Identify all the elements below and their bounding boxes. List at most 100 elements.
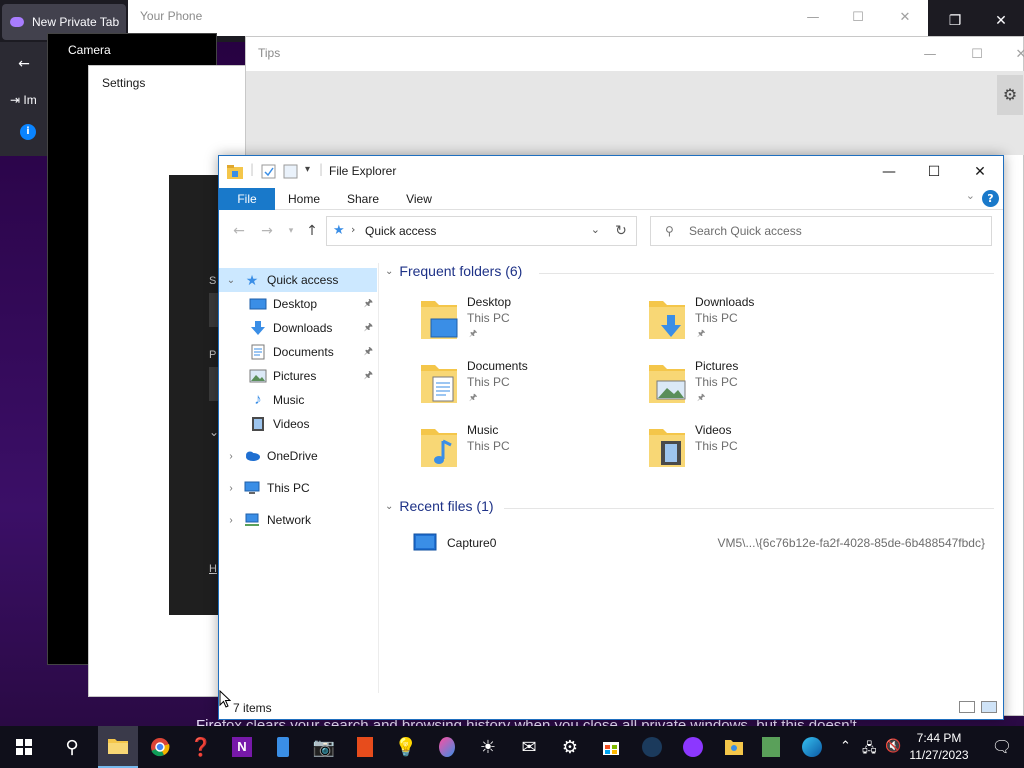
- back-arrow-icon[interactable]: ←: [229, 221, 249, 241]
- back-arrow-icon[interactable]: ←: [14, 54, 34, 74]
- folder-tile-music[interactable]: Music This PC: [419, 423, 639, 483]
- file-manager-icon[interactable]: [714, 726, 754, 768]
- folder-tile-downloads[interactable]: Downloads This PC 🖈: [647, 295, 867, 355]
- ribbon-tab-share[interactable]: Share: [337, 188, 389, 210]
- chrome-icon[interactable]: [140, 726, 180, 768]
- ribbon-tab-home[interactable]: Home: [279, 188, 329, 210]
- expand-chevron-icon[interactable]: ›: [225, 483, 237, 494]
- recent-file-name: Capture0: [447, 536, 497, 550]
- import-button[interactable]: ⇥ Im: [10, 90, 46, 110]
- store-icon[interactable]: [591, 726, 631, 768]
- gear-icon[interactable]: ⚙: [997, 75, 1023, 115]
- phone-icon[interactable]: [263, 726, 303, 768]
- collapse-chevron-icon[interactable]: ⌄: [385, 266, 393, 277]
- breadcrumb-chevron-icon[interactable]: ›: [351, 223, 355, 236]
- help-icon[interactable]: ?: [982, 190, 999, 207]
- frequent-folders-header[interactable]: ⌄ Frequent folders (6): [385, 263, 522, 279]
- nav-item-downloads[interactable]: Downloads 🖈: [219, 316, 377, 340]
- firefox-restore-icon[interactable]: ❐: [944, 10, 966, 32]
- expand-ribbon-icon[interactable]: ⌄: [966, 189, 975, 202]
- steam-icon[interactable]: [632, 726, 672, 768]
- expand-chevron-icon[interactable]: ›: [225, 451, 237, 462]
- search-icon[interactable]: ⚲: [52, 726, 92, 768]
- mail-icon[interactable]: ✉: [509, 726, 549, 768]
- nav-item-onedrive[interactable]: › OneDrive: [219, 444, 377, 468]
- firefox-private-icon[interactable]: [673, 726, 713, 768]
- nav-item-this-pc[interactable]: › This PC: [219, 476, 377, 500]
- details-view-icon[interactable]: [959, 701, 975, 713]
- start-button[interactable]: [4, 726, 44, 768]
- image-file-icon: [413, 533, 437, 551]
- breadcrumb-quick-access[interactable]: Quick access: [365, 224, 436, 238]
- nav-item-desktop[interactable]: Desktop 🖈: [219, 292, 377, 316]
- recent-file-row[interactable]: Capture0 VM5\...\{6c76b12e-fa2f-4028-85d…: [411, 533, 993, 555]
- quick-access-star-icon: ★: [333, 223, 345, 238]
- folder-tile-desktop[interactable]: Desktop This PC 🖈: [419, 295, 639, 355]
- address-dropdown-icon[interactable]: ⌄: [591, 223, 600, 236]
- office-icon[interactable]: [345, 726, 385, 768]
- phone-minimize-icon[interactable]: —: [803, 8, 823, 28]
- camera-icon[interactable]: 📷: [304, 726, 344, 768]
- new-folder-icon[interactable]: [283, 164, 299, 179]
- folder-tile-pictures[interactable]: Pictures This PC 🖈: [647, 359, 867, 419]
- collapse-chevron-icon[interactable]: ⌄: [385, 501, 393, 512]
- search-input[interactable]: [689, 222, 979, 240]
- music-folder-icon: [421, 429, 457, 467]
- explorer-maximize-icon[interactable]: ☐: [914, 160, 954, 184]
- clock[interactable]: 7:44 PM 11/27/2023: [908, 730, 970, 764]
- nav-item-documents[interactable]: Documents 🖈: [219, 340, 377, 364]
- notification-center-icon[interactable]: 🗨: [980, 726, 1024, 768]
- expand-chevron-icon[interactable]: ›: [225, 515, 237, 526]
- folder-name: Videos: [695, 423, 732, 437]
- settings-label-s: S: [209, 275, 217, 287]
- network-tray-icon[interactable]: 🖧: [862, 739, 877, 761]
- settings-link-h[interactable]: H: [209, 563, 217, 575]
- explorer-close-icon[interactable]: ✕: [960, 160, 1000, 184]
- folder-tile-documents[interactable]: Documents This PC 🖈: [419, 359, 639, 419]
- mouse-cursor-icon: [219, 690, 231, 708]
- refresh-icon[interactable]: ↻: [606, 216, 637, 246]
- ribbon-tab-file[interactable]: File: [219, 188, 275, 210]
- address-bar[interactable]: ★ › Quick access ⌄: [326, 216, 637, 246]
- tips-minimize-icon[interactable]: —: [920, 45, 940, 65]
- phone-maximize-icon[interactable]: ☐: [848, 8, 868, 28]
- nav-item-videos[interactable]: Videos: [219, 412, 377, 436]
- tips-maximize-icon[interactable]: ☐: [967, 45, 987, 65]
- brightness-sun-icon[interactable]: ☀: [468, 726, 508, 768]
- recent-locations-icon[interactable]: ▾: [281, 221, 301, 241]
- group-divider: [539, 273, 994, 274]
- feedback-hub-icon[interactable]: ❓: [181, 726, 221, 768]
- phone-close-icon[interactable]: ✕: [895, 8, 915, 28]
- tips-lightbulb-icon[interactable]: 💡: [386, 726, 426, 768]
- collapse-chevron-icon[interactable]: ⌄: [225, 275, 237, 286]
- up-arrow-icon[interactable]: ↑: [302, 221, 322, 241]
- large-icons-view-icon[interactable]: [981, 701, 997, 713]
- nav-item-pictures[interactable]: Pictures 🖈: [219, 364, 377, 388]
- nav-label: Quick access: [267, 273, 339, 287]
- edge-icon[interactable]: [792, 726, 832, 768]
- tips-close-icon[interactable]: ✕: [1011, 45, 1024, 65]
- nav-item-music[interactable]: ♪ Music: [219, 388, 377, 412]
- nav-item-network[interactable]: › Network: [219, 508, 377, 532]
- firefox-close-icon[interactable]: ✕: [990, 10, 1012, 32]
- qat-dropdown-icon[interactable]: ▾: [305, 164, 310, 175]
- explorer-minimize-icon[interactable]: —: [869, 160, 909, 184]
- group-header-label: Frequent folders (6): [399, 263, 523, 279]
- recent-files-header[interactable]: ⌄ Recent files (1): [385, 498, 494, 514]
- camera-title: Camera: [68, 43, 111, 57]
- folder-tile-videos[interactable]: Videos This PC: [647, 423, 867, 483]
- nav-item-quick-access[interactable]: ⌄ ★ Quick access: [219, 268, 377, 292]
- properties-icon[interactable]: [261, 164, 277, 179]
- ribbon-tab-view[interactable]: View: [395, 188, 443, 210]
- show-hidden-icons-chevron-icon[interactable]: ⌃: [840, 739, 851, 754]
- settings-gear-icon[interactable]: ⚙: [550, 726, 590, 768]
- chart-app-icon[interactable]: [751, 726, 791, 768]
- private-mask-icon: [10, 17, 24, 27]
- content-pane: ⌄ Frequent folders (6) Desktop This PC 🖈…: [379, 263, 1003, 693]
- file-explorer-taskbar-icon[interactable]: [98, 726, 138, 768]
- volume-muted-icon[interactable]: 🔇: [885, 739, 901, 754]
- paint-3d-icon[interactable]: [427, 726, 467, 768]
- onenote-icon[interactable]: N: [222, 726, 262, 768]
- forward-arrow-icon[interactable]: →: [257, 221, 277, 241]
- search-box[interactable]: ⚲: [650, 216, 992, 246]
